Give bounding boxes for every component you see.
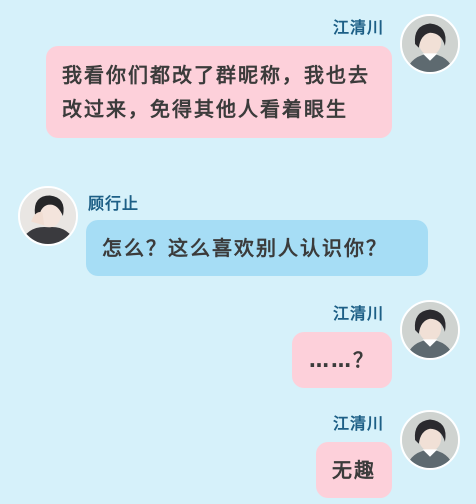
avatar-dark-haired-man-icon: [402, 16, 458, 72]
avatar-jiang-qingchuan[interactable]: [400, 410, 460, 470]
message-bubble: 我看你们都改了群昵称，我也去改过来，免得其他人看着眼生: [46, 46, 392, 138]
message-bubble: 无趣: [316, 442, 392, 498]
avatar-dark-haired-man-icon: [402, 302, 458, 358]
sender-name: 江清川: [332, 414, 384, 433]
sender-name: 江清川: [332, 304, 384, 323]
avatar-hand-on-face-icon: [20, 188, 76, 244]
avatar-gu-xingzhi[interactable]: [18, 186, 78, 246]
sender-name: 江清川: [332, 18, 384, 37]
sender-name: 顾行止: [88, 194, 140, 213]
avatar-jiang-qingchuan[interactable]: [400, 300, 460, 360]
avatar-dark-haired-man-icon: [402, 412, 458, 468]
message-bubble: 怎么？这么喜欢别人认识你？: [86, 220, 428, 276]
message-bubble: ……？: [292, 332, 392, 388]
avatar-jiang-qingchuan[interactable]: [400, 14, 460, 74]
